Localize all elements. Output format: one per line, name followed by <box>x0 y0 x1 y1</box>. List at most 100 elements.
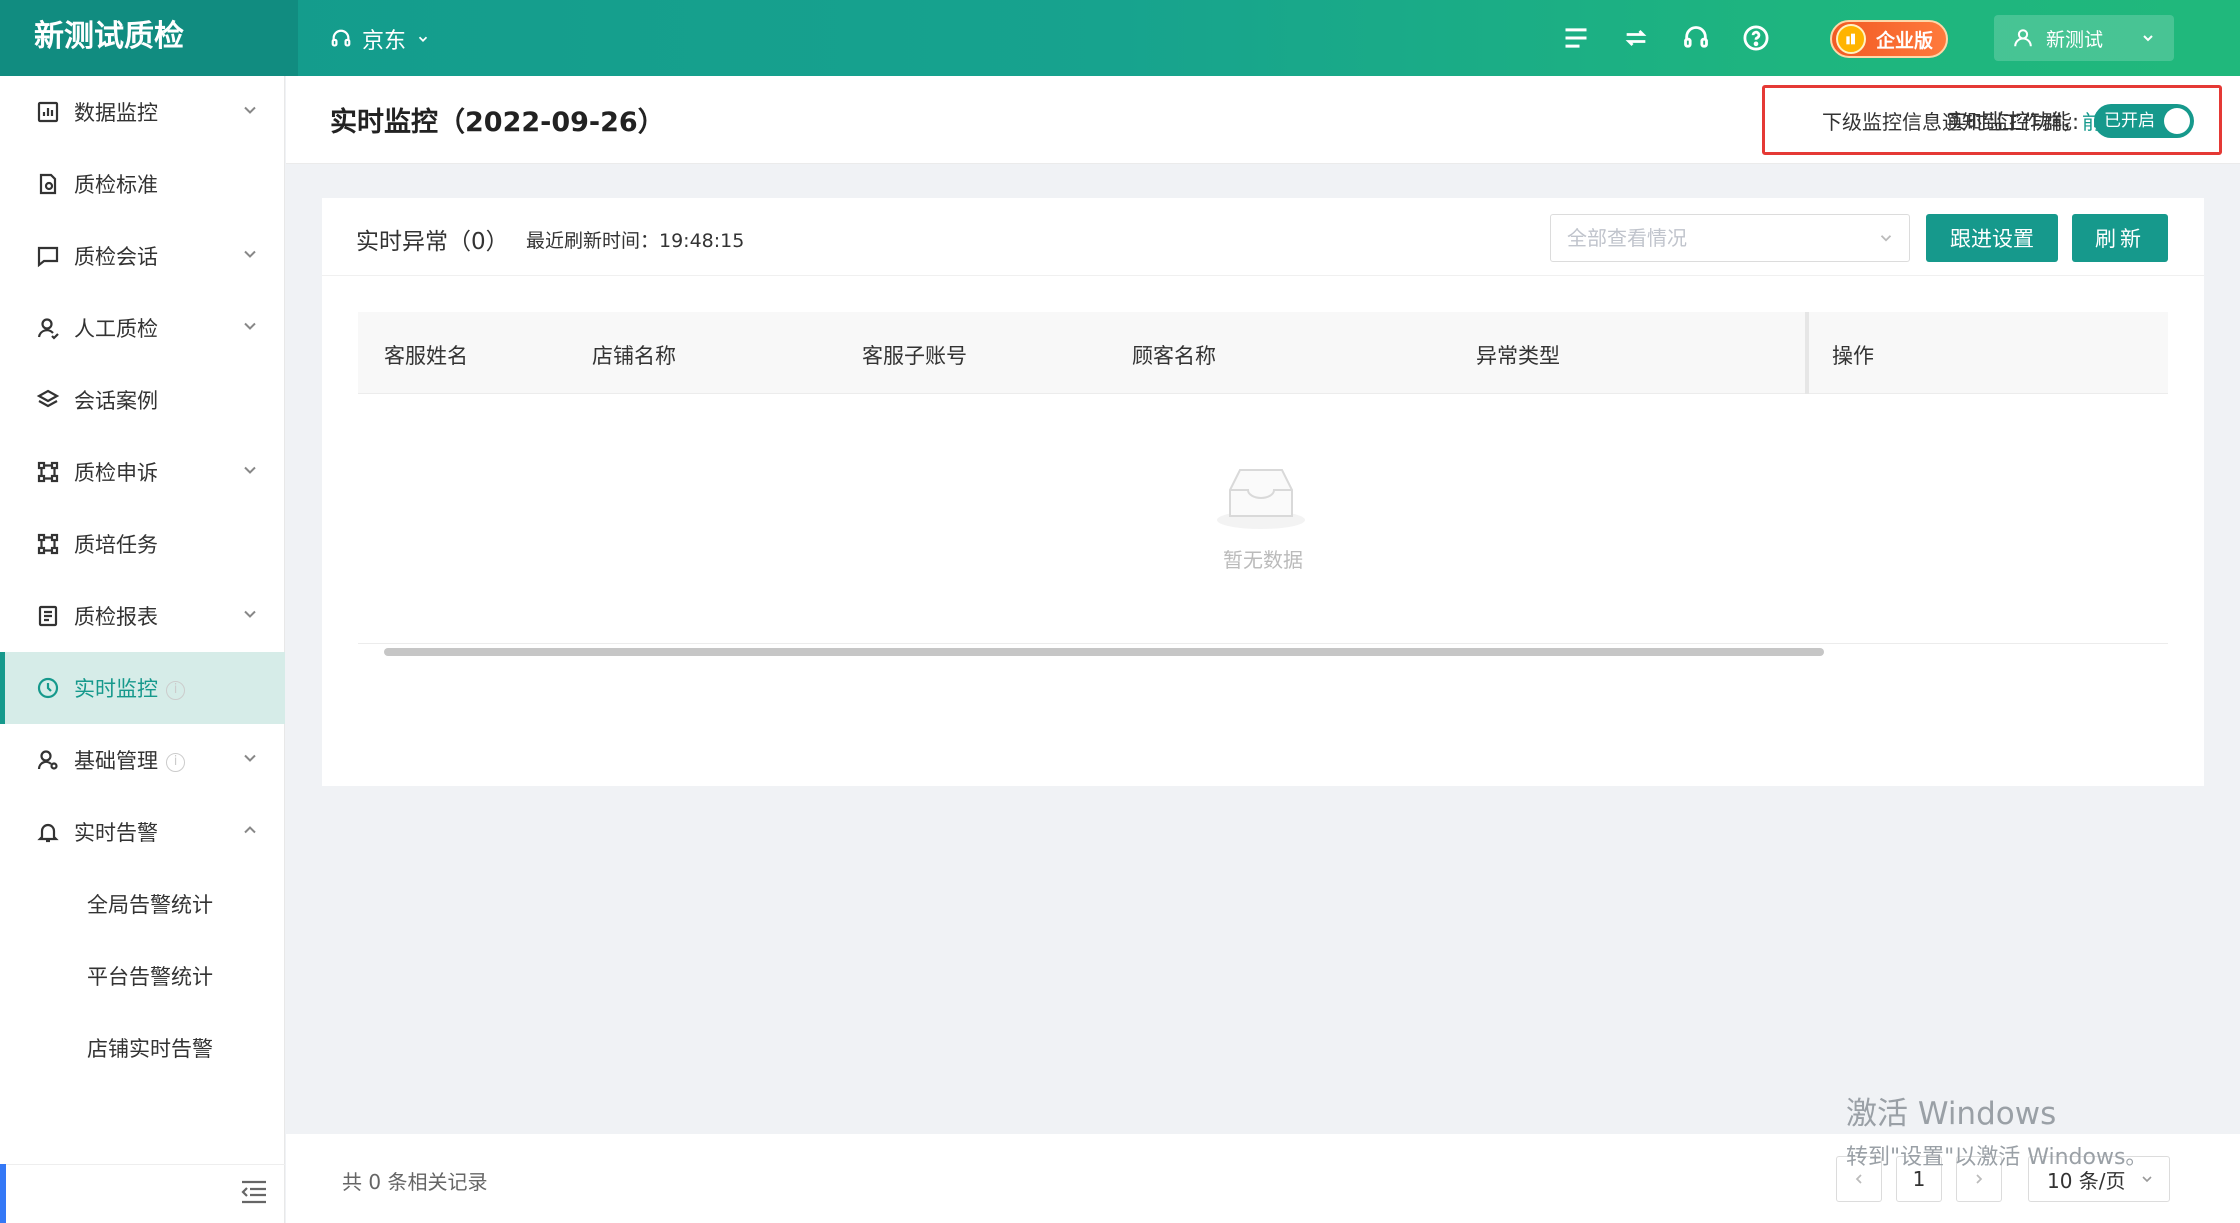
nodes-icon <box>37 533 59 555</box>
enterprise-badge[interactable]: 企业版 <box>1830 20 1948 58</box>
sidebar-item-qc-appeal[interactable]: 质检申诉 <box>0 436 285 508</box>
refresh-time: 最近刷新时间：19:48:15 <box>526 230 745 252</box>
bell-icon <box>37 823 59 843</box>
top-bar: 新测试质检 京东 企业版 新测试 <box>0 0 2240 76</box>
sidebar-item-label: 质检标准 <box>74 173 158 197</box>
chevron-up-icon <box>244 826 256 834</box>
empty-inbox-icon <box>1217 469 1305 529</box>
realtime-exception-card: 实时异常（0） 最近刷新时间：19:48:15 全部查看情况 跟进设置 刷新 客… <box>322 198 2204 786</box>
column-header: 客服姓名 <box>384 344 468 368</box>
column-header: 客服子账号 <box>862 344 967 368</box>
sidebar-item-label: 人工质检 <box>74 317 158 341</box>
sidebar-item-label: 质检报表 <box>74 605 158 629</box>
chevron-down-icon <box>244 754 256 762</box>
follow-settings-button[interactable]: 跟进设置 <box>1926 214 2058 262</box>
brand-title: 新测试质检 <box>0 0 298 76</box>
sidebar-item-session-cases[interactable]: 会话案例 <box>0 364 285 436</box>
chevron-down-icon <box>2142 1176 2152 1183</box>
chevron-down-icon <box>244 610 256 618</box>
sidebar: 数据监控 质检标准 质检会话 人工质检 会话案例 质检申诉 质培任务 质检报表 … <box>0 76 285 1223</box>
document-icon <box>39 173 57 195</box>
user-name: 新测试 <box>2046 28 2104 51</box>
clock-icon <box>37 677 59 699</box>
sidebar-item-data-monitor[interactable]: 数据监控 <box>0 76 285 148</box>
column-header: 操作 <box>1832 344 1874 368</box>
toggle-state: 已开启 <box>2104 111 2155 131</box>
platform-label: 京东 <box>362 29 407 54</box>
headset-icon <box>331 29 351 47</box>
sidebar-item-qc-report[interactable]: 质检报表 <box>0 580 285 652</box>
menu-list-icon[interactable] <box>1560 20 1592 56</box>
info-icon: i <box>166 752 185 772</box>
collapse-menu-icon[interactable] <box>240 1179 268 1205</box>
select-placeholder: 全部查看情况 <box>1567 226 1687 250</box>
chevron-down-icon <box>1880 235 1892 242</box>
column-header: 店铺名称 <box>592 344 676 368</box>
column-separator <box>1805 312 1809 394</box>
sidebar-item-training-task[interactable]: 质培任务 <box>0 508 285 580</box>
watermark-line2: 转到"设置"以激活 Windows。 <box>1846 1145 2148 1170</box>
sidebar-item-label: 质培任务 <box>74 533 158 557</box>
total-records: 共 0 条相关记录 <box>342 1170 488 1194</box>
nodes-icon <box>37 461 59 483</box>
chevron-down-icon <box>244 466 256 474</box>
user-menu[interactable]: 新测试 <box>1994 15 2174 61</box>
empty-text: 暂无数据 <box>1223 548 1303 572</box>
sidebar-subitem-global-alert-stats[interactable]: 全局告警统计 <box>0 868 285 940</box>
sidebar-item-label: 质检申诉 <box>74 461 158 485</box>
help-icon[interactable] <box>1740 20 1772 56</box>
sidebar-item-label: 数据监控 <box>74 101 158 125</box>
sidebar-divider <box>0 1164 285 1165</box>
info-icon: i <box>166 680 185 700</box>
sidebar-item-label: 实时告警 <box>74 821 158 845</box>
toggle-label: 实时监控功能: <box>1946 110 2080 134</box>
toggle-knob <box>2164 108 2190 134</box>
page-header: 实时监控（2022-09-26） 下级监控信息通知到工作群， 前往设置 实时监控… <box>286 76 2240 164</box>
sidebar-subitem-platform-alert-stats[interactable]: 平台告警统计 <box>0 940 285 1012</box>
chevron-right-icon <box>1976 1174 1983 1184</box>
watermark-line1: 激活 Windows <box>1846 1096 2057 1132</box>
report-icon <box>38 605 58 627</box>
support-headset-icon[interactable] <box>1680 20 1712 56</box>
chevron-down-icon <box>244 322 256 330</box>
layers-icon <box>36 389 60 408</box>
sidebar-item-realtime-alert[interactable]: 实时告警 <box>0 796 285 868</box>
user-settings-icon <box>37 750 58 770</box>
realtime-monitor-toggle[interactable]: 已开启 <box>2094 104 2194 138</box>
bar-chart-icon <box>37 101 59 123</box>
refresh-button[interactable]: 刷新 <box>2072 214 2168 262</box>
sidebar-item-qc-session[interactable]: 质检会话 <box>0 220 285 292</box>
table-header: 客服姓名 店铺名称 客服子账号 顾客名称 异常类型 操作 <box>358 312 2168 394</box>
windows-activation-watermark: 激活 Windows 转到"设置"以激活 Windows。 <box>1846 1088 2147 1171</box>
page-title: 实时监控（2022-09-26） <box>330 107 665 138</box>
card-title: 实时异常（0） <box>356 229 509 255</box>
card-header: 实时异常（0） 最近刷新时间：19:48:15 全部查看情况 跟进设置 刷新 <box>322 198 2204 276</box>
sidebar-item-label: 会话案例 <box>74 389 158 413</box>
enterprise-label: 企业版 <box>1876 29 1934 52</box>
sidebar-item-label: 实时监控 <box>74 677 158 701</box>
view-status-select[interactable]: 全部查看情况 <box>1550 214 1910 262</box>
platform-selector[interactable]: 京东 <box>330 22 430 56</box>
user-icon <box>2014 29 2032 47</box>
chevron-down-icon <box>244 106 256 114</box>
sidebar-item-manual-qc[interactable]: 人工质检 <box>0 292 285 364</box>
crown-icon <box>1836 24 1866 54</box>
person-icon <box>37 318 59 340</box>
exception-table: 客服姓名 店铺名称 客服子账号 顾客名称 异常类型 操作 暂无数据 <box>358 312 2168 644</box>
sidebar-item-realtime-monitor[interactable]: 实时监控 i <box>0 652 285 724</box>
chevron-down-icon <box>418 36 428 42</box>
switch-icon[interactable] <box>1620 20 1652 56</box>
horizontal-scrollbar[interactable] <box>384 648 1824 656</box>
empty-state: 暂无数据 <box>358 394 2168 644</box>
chevron-down-icon <box>244 250 256 258</box>
column-header: 异常类型 <box>1476 344 1560 368</box>
sidebar-item-label: 质检会话 <box>74 245 158 269</box>
sidebar-item-label: 基础管理 <box>74 749 158 773</box>
sidebar-item-basic-management[interactable]: 基础管理 i <box>0 724 285 796</box>
column-header: 顾客名称 <box>1132 344 1216 368</box>
sidebar-subitem-store-realtime-alert[interactable]: 店铺实时告警 <box>0 1012 285 1084</box>
scroll-indicator <box>0 1164 6 1223</box>
sidebar-item-qc-standard[interactable]: 质检标准 <box>0 148 285 220</box>
chat-icon <box>37 246 59 268</box>
chevron-left-icon <box>1855 1174 1862 1184</box>
